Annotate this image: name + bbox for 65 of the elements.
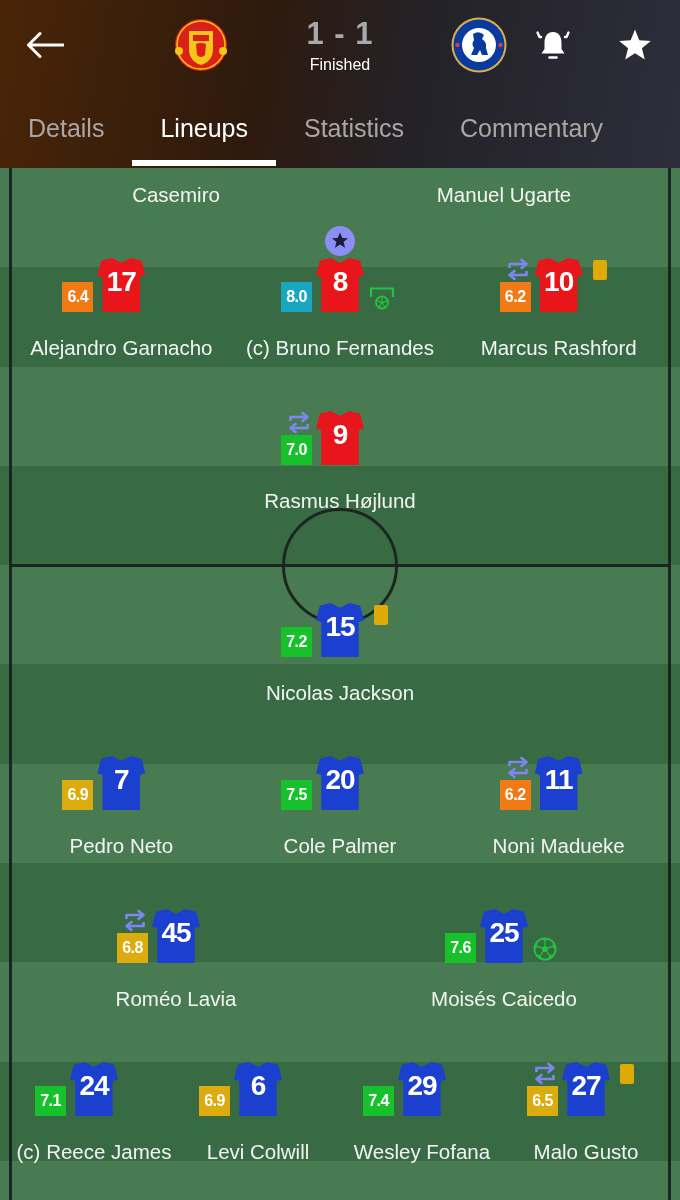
club-crest-icon (174, 17, 228, 73)
tab[interactable]: Statistics (276, 90, 433, 166)
shirt-number[interactable]: 27 (562, 1062, 610, 1116)
bell-icon[interactable] (535, 28, 571, 62)
shirt-number[interactable]: 15 (316, 603, 364, 657)
rating-badge: 6.8 (117, 933, 148, 963)
shirt-number[interactable]: 11 (534, 756, 583, 810)
player-name: Rasmus Højlund (264, 489, 416, 513)
player-name: Roméo Lavia (115, 987, 237, 1011)
booking-card-icon (374, 605, 388, 625)
shirt-number[interactable]: 10 (534, 258, 583, 312)
player-name: Levi Colwill (206, 1140, 310, 1164)
rating-badge: 8.0 (281, 282, 312, 312)
shirt-number[interactable]: 8 (316, 258, 364, 312)
rating-badge: 7.2 (281, 627, 312, 657)
swap-arrows-icon (287, 411, 311, 434)
shirt-number[interactable]: 9 (316, 411, 364, 465)
match-score: 1 - 1 (306, 17, 374, 49)
player-name: Marcus Rashford (480, 336, 637, 360)
player-name: Pedro Neto (69, 834, 174, 858)
swap-arrows-icon (533, 1062, 557, 1085)
rating-badge: 6.2 (499, 282, 531, 312)
rating-badge: 6.9 (62, 780, 94, 810)
player-name: Nicolas Jackson (265, 681, 415, 705)
tab[interactable]: Commentary (432, 90, 632, 166)
star-icon[interactable] (617, 28, 653, 62)
swap-arrows-icon (505, 756, 530, 779)
shirt-number[interactable]: 25 (480, 909, 528, 963)
player-name: Noni Madueke (492, 834, 625, 858)
player-name: Malo Gusto (533, 1140, 639, 1164)
rating-badge: 6.4 (62, 282, 94, 312)
rating-badge: 6.5 (527, 1086, 558, 1116)
booking-card-icon (620, 1064, 634, 1084)
rating-badge: 7.6 (445, 933, 476, 963)
rating-badge: 7.5 (281, 780, 312, 810)
rating-badge: 6.9 (199, 1086, 230, 1116)
shirt-number[interactable]: 45 (152, 909, 200, 963)
shirt-number[interactable]: 7 (97, 756, 146, 810)
shirt-number[interactable]: 6 (234, 1062, 282, 1116)
rating-badge: 7.1 (35, 1086, 66, 1116)
rating-badge: 6.2 (499, 780, 531, 810)
player-name: Casemiro (132, 183, 220, 207)
player-name: Cole Palmer (283, 834, 397, 858)
rating-badge: 7.4 (363, 1086, 394, 1116)
star-badge-icon (325, 226, 355, 256)
shirt-number[interactable]: 29 (398, 1062, 446, 1116)
shirt-number[interactable]: 20 (316, 756, 364, 810)
tab[interactable]: Details (0, 90, 133, 166)
club-crest-icon (451, 17, 507, 73)
shirt-number[interactable]: 17 (97, 258, 146, 312)
goal-ball-icon (369, 286, 395, 310)
booking-card-icon (592, 260, 607, 280)
back-arrow-icon[interactable] (26, 31, 64, 59)
player-name: (c) Bruno Fernandes (246, 336, 434, 360)
match-status: Finished (309, 56, 371, 73)
player-name: (c) Reece James (16, 1140, 172, 1164)
player-name: Wesley Fofana (353, 1140, 491, 1164)
football-icon (533, 937, 557, 961)
player-name: Moisés Caicedo (431, 987, 577, 1011)
rating-badge: 7.0 (281, 435, 312, 465)
swap-arrows-icon (123, 909, 147, 932)
player-name: Alejandro Garnacho (30, 336, 213, 360)
player-name: Manuel Ugarte (436, 183, 572, 207)
swap-arrows-icon (505, 258, 530, 281)
shirt-number[interactable]: 24 (70, 1062, 118, 1116)
